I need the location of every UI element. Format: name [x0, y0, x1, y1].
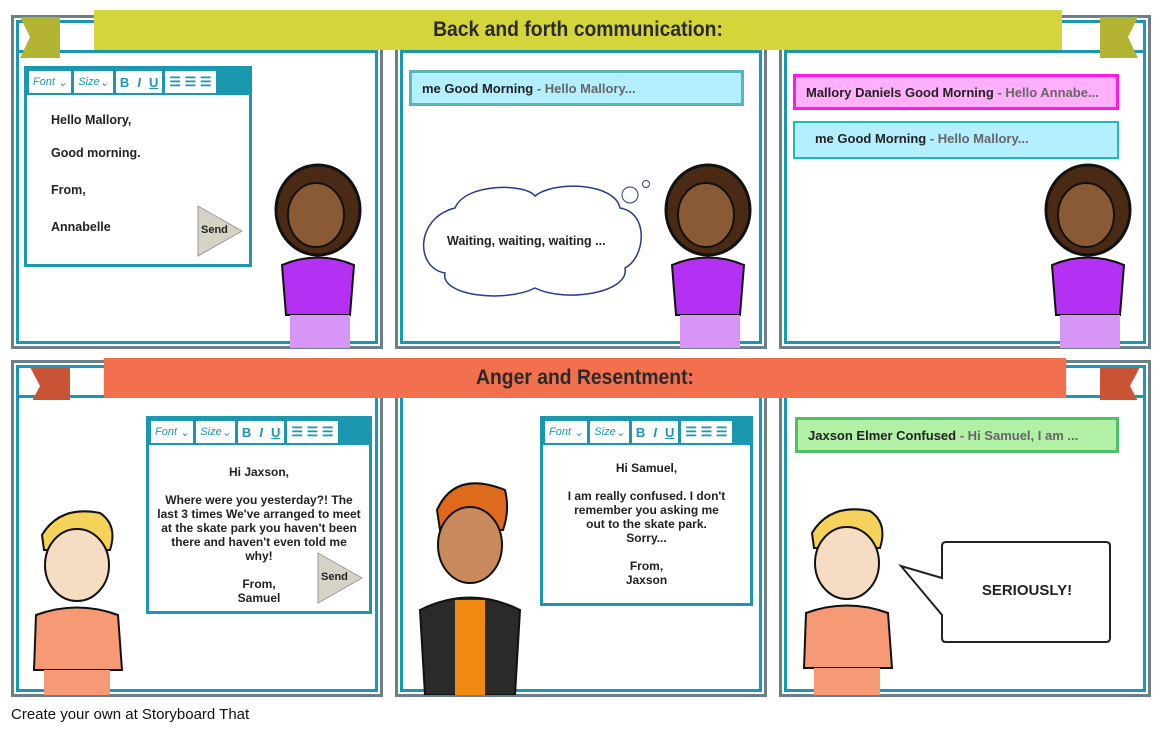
email-line: From,: [51, 183, 86, 197]
size-dropdown[interactable]: Size ⌄: [196, 421, 235, 443]
email-line: Hi Samuel,: [615, 461, 678, 475]
email-line: I am really confused. I don't remember y…: [567, 489, 726, 545]
speech-text: SERIOUSLY!: [981, 582, 1073, 599]
message-item[interactable]: me Good Morning - Hello Mallory...: [793, 121, 1119, 159]
boy-character-jaxson: [418, 482, 522, 695]
girl-character: [664, 163, 752, 348]
message-item[interactable]: me Good Morning - Hello Mallory...: [409, 70, 744, 106]
email-line: Hello Mallory,: [51, 113, 132, 127]
message-item[interactable]: Jaxson Elmer Confused - Hi Samuel, I am …: [795, 417, 1119, 453]
size-dropdown[interactable]: Size ⌄: [590, 421, 629, 443]
align-icons[interactable]: ☰ ☰ ☰: [287, 421, 338, 443]
align-icons[interactable]: ☰ ☰ ☰: [165, 71, 216, 93]
format-buttons[interactable]: BIU: [631, 421, 679, 443]
boy-character-samuel: [32, 510, 124, 695]
email-line: Good morning.: [51, 146, 141, 160]
message-item[interactable]: Mallory Daniels Good Morning - Hello Ann…: [793, 74, 1119, 110]
boy-character-samuel: [802, 508, 894, 695]
editor-toolbar: Font ⌄ Size ⌄ BIU ☰ ☰ ☰: [27, 69, 249, 95]
email-line: Hi Jaxson,: [228, 465, 290, 479]
girl-character: [274, 163, 362, 348]
send-button[interactable]: Send: [317, 552, 363, 604]
email-line: Jaxson: [625, 573, 668, 587]
email-editor: Font ⌄ Size ⌄ BIU ☰ ☰ ☰ Hello Mallory, Go…: [24, 66, 252, 267]
footer-credit[interactable]: Create your own at Storyboard That: [11, 706, 249, 723]
format-buttons[interactable]: BIU: [115, 71, 163, 93]
banner-back-and-forth: Back and forth communication:: [94, 10, 1062, 50]
size-dropdown[interactable]: Size ⌄: [74, 71, 113, 93]
font-dropdown[interactable]: Font ⌄: [29, 71, 72, 93]
girl-character: [1044, 163, 1132, 348]
format-buttons[interactable]: BIU: [237, 421, 285, 443]
thought-text: Waiting, waiting, waiting ...: [447, 234, 606, 248]
email-editor: Font ⌄ Size ⌄ BIU ☰ ☰ ☰ Hi Jaxson, Where …: [146, 416, 372, 614]
editor-toolbar: Font ⌄ Size ⌄ BIU ☰ ☰ ☰: [149, 419, 369, 445]
email-editor: Font ⌄ Size ⌄ BIU ☰ ☰ ☰ Hi Samuel, I am r…: [540, 416, 753, 606]
send-button[interactable]: Send: [197, 205, 243, 257]
font-dropdown[interactable]: Font ⌄: [545, 421, 588, 443]
email-line: From,: [629, 559, 664, 573]
banner-anger: Anger and Resentment:: [103, 358, 1067, 398]
font-dropdown[interactable]: Font ⌄: [151, 421, 194, 443]
align-icons[interactable]: ☰ ☰ ☰: [681, 421, 732, 443]
editor-toolbar: Font ⌄ Size ⌄ BIU ☰ ☰ ☰: [543, 419, 750, 445]
